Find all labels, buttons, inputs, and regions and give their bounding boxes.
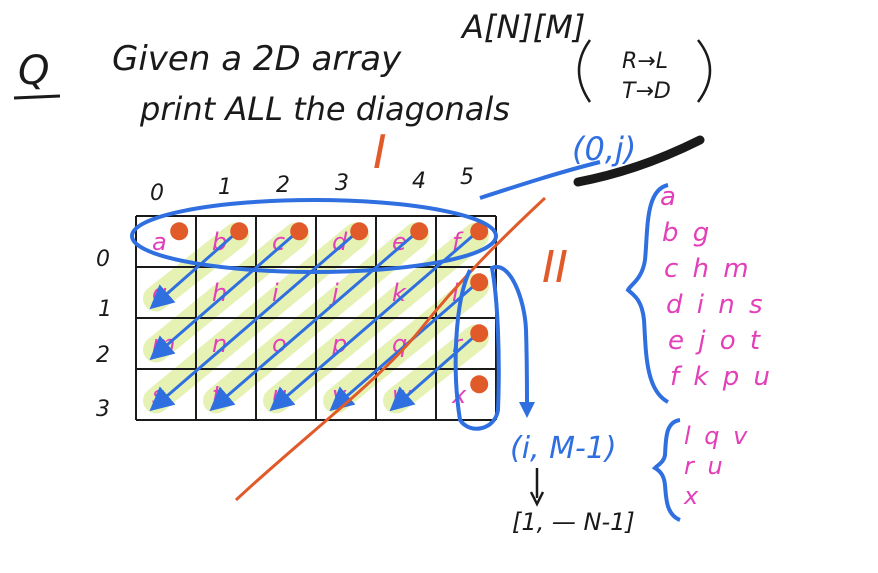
- question-line2: print ALL the diagonals: [139, 90, 510, 128]
- array-grid: a b c d e fg h i j k lm n o p q rs t u v w x: [135, 215, 497, 421]
- diagonal-entry: c h m: [664, 254, 752, 284]
- start-dot: [350, 222, 369, 241]
- cell-letter: g: [152, 279, 167, 307]
- cell-letter: p: [331, 330, 347, 358]
- start-top-label: (0,j): [572, 130, 636, 168]
- start-dot: [470, 324, 489, 343]
- col-header: 1: [218, 175, 232, 200]
- direction-td: T→D: [622, 79, 671, 104]
- row-header: 1: [98, 297, 112, 322]
- start-dot: [470, 273, 489, 292]
- col-header: 2: [276, 173, 290, 198]
- row-header: 2: [96, 343, 110, 368]
- start-dot: [170, 222, 189, 241]
- diagonals-list: a b g c h m d i n s e j o t f k p u l q vr ux: [660, 182, 773, 510]
- start-dot: [470, 375, 489, 394]
- region-1-label: I: [373, 125, 387, 179]
- col-header: 5: [460, 165, 474, 190]
- whiteboard-canvas: Q Given a 2D array A[N][M] print ALL the…: [0, 0, 878, 573]
- down-arrow-head: [519, 402, 535, 418]
- col-header: 4: [412, 169, 426, 194]
- row-header: 0: [96, 247, 110, 272]
- question-line1: Given a 2D array: [112, 39, 402, 79]
- start-dot: [230, 222, 249, 241]
- diagonal-entry: x: [683, 482, 701, 510]
- row-header: 3: [96, 397, 110, 422]
- paren-left: [577, 39, 592, 103]
- diagonal-entry: f k p u: [670, 362, 773, 392]
- diagonal-entry: e j o t: [668, 326, 763, 356]
- diagonal-entry: b g: [662, 218, 712, 248]
- row-headers: 0 1 2 3: [96, 247, 112, 422]
- diagonal-entry: r u: [684, 452, 726, 480]
- paren-right: [696, 39, 712, 103]
- start-right-label: (i, M-1): [510, 431, 617, 466]
- start-right-range: [1, — N-1]: [512, 508, 635, 536]
- cell-letter: u: [272, 381, 287, 409]
- marker-underline: [13, 94, 61, 100]
- diagram-svg: Q Given a 2D array A[N][M] print ALL the…: [13, 8, 773, 536]
- diagonal-entry: d i n s: [666, 290, 766, 320]
- brace-part2: [651, 418, 681, 522]
- diagonal-entry: a: [660, 182, 679, 212]
- diagonal-entry: l q v: [684, 422, 750, 450]
- direction-rl: R→L: [622, 49, 668, 74]
- start-dot: [410, 222, 429, 241]
- col-header: 0: [150, 181, 164, 206]
- start-dot: [290, 222, 309, 241]
- array-ref: A[N][M]: [460, 8, 585, 46]
- question-marker: Q: [18, 48, 49, 94]
- col-header: 3: [335, 171, 349, 196]
- region-2-label: II: [542, 242, 568, 293]
